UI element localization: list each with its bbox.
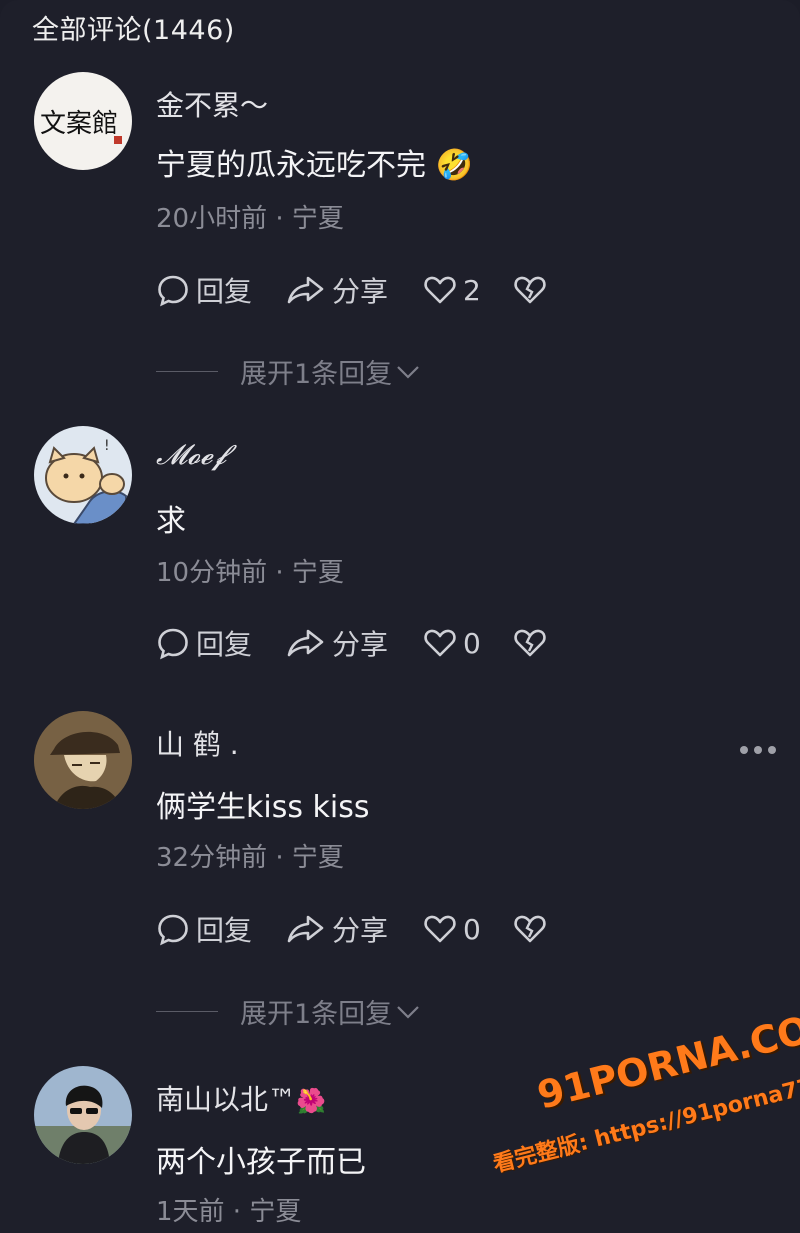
comment-actions: 回复 分享 0: [156, 909, 547, 949]
comment-meta: 10分钟前 · 宁夏: [156, 558, 344, 588]
comment-text: 宁夏的瓜永远吃不完: [156, 148, 426, 183]
comment-count-header: 全部评论(1446): [32, 15, 235, 46]
comment-text-wrap: 宁夏的瓜永远吃不完 🤣: [156, 140, 473, 184]
reply-button[interactable]: 回复: [156, 270, 286, 310]
share-label: 分享: [332, 275, 389, 308]
dot-icon: [740, 746, 748, 754]
divider: [156, 371, 218, 372]
comment-text: 求: [156, 504, 186, 539]
share-button[interactable]: 分享: [286, 270, 423, 310]
like-count: 0: [463, 626, 481, 660]
speech-bubble-icon: [158, 275, 188, 307]
username[interactable]: 金不累～: [156, 84, 268, 124]
share-arrow-icon: [287, 915, 324, 943]
username[interactable]: 𝓜𝓸𝓮𝓯: [156, 438, 227, 472]
watermark: 91PORNA.COM 看完整版: https://91porna77.com: [470, 990, 800, 1215]
avatar[interactable]: [34, 1066, 132, 1164]
share-arrow-icon: [287, 276, 324, 304]
share-label: 分享: [332, 914, 389, 947]
laughing-emoji-icon: 🤣: [435, 148, 473, 183]
comment-text: 两个小孩子而已: [156, 1145, 366, 1180]
comment-meta: 20小时前 · 宁夏: [156, 204, 344, 234]
comment-meta: 32分钟前 · 宁夏: [156, 843, 344, 873]
dislike-button[interactable]: [513, 273, 547, 307]
reply-label: 回复: [196, 275, 253, 308]
share-button[interactable]: 分享: [286, 623, 423, 663]
comment-actions: 回复 分享 0: [156, 623, 547, 663]
avatar[interactable]: 文案館: [34, 72, 132, 170]
broken-heart-icon: [514, 276, 546, 304]
heart-icon: [424, 915, 456, 943]
expand-replies-label: 展开1条回复: [240, 359, 393, 390]
username-wrap[interactable]: 南山以北™🌺: [156, 1078, 326, 1118]
dot-icon: [768, 746, 776, 754]
comment-actions: 回复 分享 2: [156, 270, 547, 310]
reply-label: 回复: [196, 914, 253, 947]
username: 南山以北™: [156, 1083, 297, 1116]
chevron-down-icon: [397, 365, 419, 379]
like-button[interactable]: 0: [423, 912, 513, 946]
like-button[interactable]: 2: [423, 273, 513, 307]
svg-text:文案館: 文案館: [40, 109, 118, 139]
expand-replies-label: 展开1条回复: [240, 999, 393, 1030]
like-count: 2: [463, 273, 481, 307]
speech-bubble-icon: [158, 628, 188, 660]
like-button[interactable]: 0: [423, 626, 513, 660]
comment-panel: 全部评论(1446) 文案館 金不累～ 宁夏的瓜永远吃不完 🤣 20小时前 · …: [0, 0, 800, 1233]
reply-button[interactable]: 回复: [156, 909, 286, 949]
dislike-button[interactable]: [513, 626, 547, 660]
share-label: 分享: [332, 628, 389, 661]
avatar[interactable]: !: [34, 426, 132, 524]
expand-replies[interactable]: 展开1条回复: [156, 352, 420, 391]
comment-text: 俩学生kiss kiss: [156, 790, 370, 825]
comment-meta: 1天前 · 宁夏: [156, 1197, 302, 1227]
username[interactable]: 山 鹤 .: [156, 723, 239, 763]
share-button[interactable]: 分享: [286, 909, 423, 949]
chevron-down-icon: [397, 1005, 419, 1019]
avatar[interactable]: [34, 711, 132, 809]
reply-button[interactable]: 回复: [156, 623, 286, 663]
heart-icon: [424, 276, 456, 304]
speech-bubble-icon: [158, 914, 188, 946]
svg-text:!: !: [104, 438, 110, 454]
more-options-button[interactable]: [740, 746, 776, 754]
dislike-button[interactable]: [513, 912, 547, 946]
broken-heart-icon: [514, 629, 546, 657]
divider: [156, 1011, 218, 1012]
reply-label: 回复: [196, 628, 253, 661]
dot-icon: [754, 746, 762, 754]
expand-replies[interactable]: 展开1条回复: [156, 992, 420, 1031]
like-count: 0: [463, 912, 481, 946]
share-arrow-icon: [287, 629, 324, 657]
heart-icon: [424, 629, 456, 657]
hibiscus-icon: 🌺: [296, 1087, 326, 1115]
broken-heart-icon: [514, 915, 546, 943]
